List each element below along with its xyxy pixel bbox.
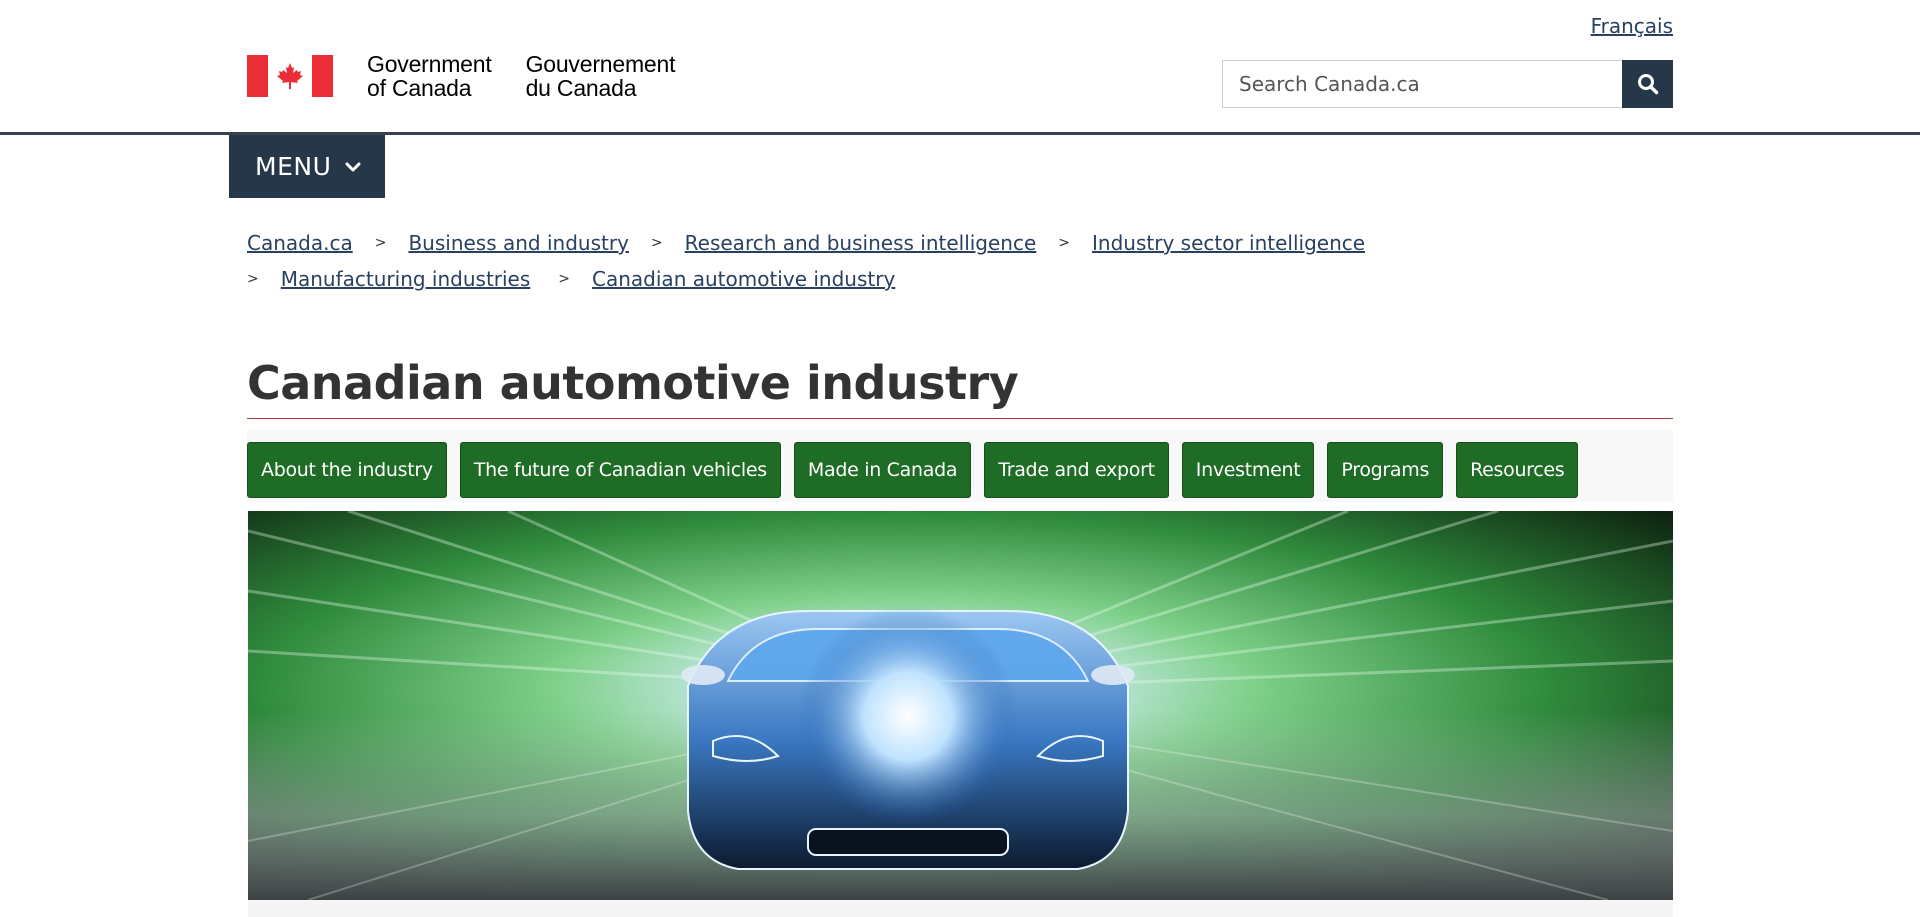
content-strip [248, 900, 1673, 917]
breadcrumb-link[interactable]: Business and industry [408, 225, 628, 261]
breadcrumb: Canada.ca > Business and industry > Resear… [247, 225, 1677, 297]
menu-label: MENU [255, 152, 332, 181]
breadcrumb-link[interactable]: Manufacturing industries [281, 261, 531, 297]
breadcrumb-separator: > [650, 235, 663, 251]
breadcrumb-item: > Research and business intelligence [651, 225, 1036, 261]
page-title: Canadian automotive industry [247, 356, 1019, 410]
breadcrumb-item: Canada.ca [247, 225, 353, 261]
canada-flag-icon [247, 55, 333, 97]
tab-programs[interactable]: Programs [1327, 442, 1444, 498]
language-toggle-link[interactable]: Français [1591, 14, 1673, 38]
chevron-down-icon [345, 161, 361, 173]
signature-french: Gouvernement du Canada [525, 51, 676, 101]
breadcrumb-link[interactable]: Canada.ca [247, 225, 353, 261]
tab-investment[interactable]: Investment [1181, 442, 1315, 498]
breadcrumb-link[interactable]: Canadian automotive industry [592, 261, 895, 297]
breadcrumb-item: > Canadian automotive industry [558, 261, 895, 297]
section-tabs: About the industry The future of Canadia… [247, 442, 1591, 498]
breadcrumb-separator: > [558, 271, 571, 287]
search-button[interactable] [1622, 60, 1673, 108]
breadcrumb-link[interactable]: Research and business intelligence [685, 225, 1037, 261]
tab-trade-and-export[interactable]: Trade and export [984, 442, 1169, 498]
breadcrumb-separator: > [247, 271, 259, 287]
breadcrumb-separator: > [1058, 235, 1071, 251]
menu-button[interactable]: MENU [229, 135, 385, 198]
breadcrumb-item: > Industry sector intelligence [1058, 225, 1365, 261]
hero-image [248, 511, 1673, 900]
tab-made-in-canada[interactable]: Made in Canada [793, 442, 972, 498]
government-signature[interactable]: Government of Canada Gouvernement du Can… [247, 51, 676, 101]
breadcrumb-link[interactable]: Industry sector intelligence [1092, 225, 1365, 261]
tab-resources[interactable]: Resources [1456, 442, 1579, 498]
breadcrumb-item: > Manufacturing industries [247, 261, 530, 297]
breadcrumb-separator: > [374, 235, 387, 251]
signature-english: Government of Canada [367, 51, 492, 101]
breadcrumb-item: > Business and industry [375, 225, 629, 261]
tab-about-the-industry[interactable]: About the industry [247, 442, 447, 498]
car-speed-illustration [248, 511, 1673, 900]
search-input[interactable] [1222, 60, 1622, 108]
tab-future-of-canadian-vehicles[interactable]: The future of Canadian vehicles [459, 442, 781, 498]
search-form [1222, 60, 1673, 108]
search-icon [1637, 74, 1658, 95]
title-underline [247, 418, 1673, 419]
